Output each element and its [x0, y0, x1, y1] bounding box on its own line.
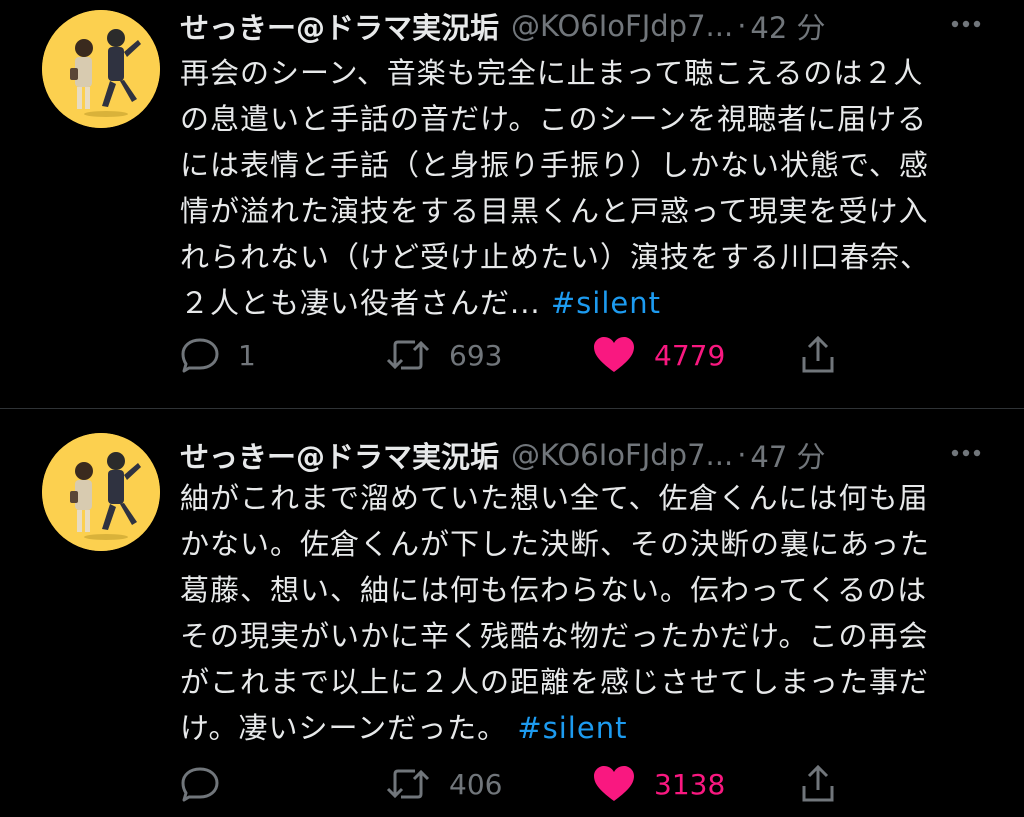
tweet-text-fragment: け。凄いシーンだった。 — [180, 711, 518, 745]
tweet-text-line: ２人とも凄い役者さんだ... #silent — [180, 280, 990, 326]
tweet-text-line: 紬がこれまで溜めていた想い全て、佐倉くんには何も届 — [180, 481, 929, 515]
display-name[interactable]: せっきー@ドラマ実況垢 — [180, 5, 499, 47]
reply-button[interactable] — [180, 759, 238, 809]
tweet-text-line: れられない（けど受け止めたい）演技をする川口春奈、 — [180, 240, 931, 274]
retweet-count: 693 — [449, 338, 503, 372]
retweet-icon — [386, 769, 430, 799]
timestamp[interactable]: 47 分 — [750, 434, 825, 476]
tweet-text-fragment: ２人とも凄い役者さんだ... — [180, 286, 551, 320]
tweet-text: 紬がこれまで溜めていた想い全て、佐倉くんには何も届 かない。佐倉くんが下した決断… — [180, 475, 990, 751]
tweet-text-line: がこれまで以上に２人の距離を感じさせてしまった事だ — [180, 665, 929, 699]
retweet-count: 406 — [449, 767, 503, 801]
reply-icon — [181, 338, 219, 373]
more-button[interactable] — [946, 6, 986, 42]
tweet-header: せっきー@ドラマ実況垢 @KO6IoFJdp7... · 47 分 — [180, 433, 984, 477]
timestamp[interactable]: 42 分 — [750, 5, 825, 47]
more-icon — [951, 449, 981, 457]
reply-count: 1 — [238, 338, 256, 372]
tweet-text-line: の息遣いと手話の音だけ。このシーンを視聴者に届ける — [180, 102, 928, 136]
share-icon — [802, 335, 834, 373]
more-icon — [951, 20, 981, 28]
tweet-text-line: 再会のシーン、音楽も完全に止まって聴こえるのは２人 — [180, 56, 924, 90]
more-button[interactable] — [946, 435, 986, 471]
hashtag-link[interactable]: #silent — [517, 711, 627, 745]
user-handle[interactable]: @KO6IoFJdp7... — [511, 9, 733, 43]
like-count: 3138 — [654, 767, 726, 801]
user-handle[interactable]: @KO6IoFJdp7... — [511, 438, 733, 472]
avatar[interactable] — [42, 10, 160, 128]
share-icon — [802, 764, 834, 802]
share-button[interactable] — [800, 759, 836, 809]
tweet-text-line: 葛藤、想い、紬には何も伝わらない。伝わってくるのは — [180, 573, 928, 607]
like-button[interactable]: 4779 — [592, 330, 725, 380]
avatar-illustration-icon — [42, 10, 160, 128]
hashtag-link[interactable]: #silent — [551, 286, 661, 320]
tweet-text-line: かない。佐倉くんが下した決断、その決断の裏にあった — [180, 527, 931, 561]
tweet-text-line: その現実がいかに辛く残酷な物だったかだけ。この再会 — [180, 619, 929, 653]
heart-icon — [594, 337, 634, 372]
like-button[interactable]: 3138 — [592, 759, 725, 809]
retweet-icon — [386, 340, 430, 370]
separator: · — [737, 9, 747, 43]
avatar-illustration-icon — [42, 433, 160, 551]
retweet-button[interactable]: 693 — [385, 330, 502, 380]
reply-icon — [181, 767, 219, 802]
tweet-actions: 406 3138 — [180, 759, 880, 809]
reply-button[interactable]: 1 — [180, 330, 256, 380]
like-count: 4779 — [654, 338, 726, 372]
avatar[interactable] — [42, 433, 160, 551]
tweet[interactable]: せっきー@ドラマ実況垢 @KO6IoFJdp7... · 47 分 紬がこれまで… — [0, 409, 1024, 817]
tweet[interactable]: せっきー@ドラマ実況垢 @KO6IoFJdp7... · 42 分 再会のシーン… — [0, 0, 1024, 408]
tweet-actions: 1 693 4779 — [180, 330, 880, 380]
tweet-text-line: 情が溢れた演技をする目黒くんと戸惑って現実を受け入 — [180, 194, 929, 228]
separator: · — [737, 438, 747, 472]
heart-icon — [594, 766, 634, 801]
share-button[interactable] — [800, 330, 836, 380]
retweet-button[interactable]: 406 — [385, 759, 502, 809]
tweet-text-line: け。凄いシーンだった。 #silent — [180, 705, 990, 751]
tweet-header: せっきー@ドラマ実況垢 @KO6IoFJdp7... · 42 分 — [180, 4, 984, 48]
tweet-text-line: には表情と手話（と身振り手振り）しかない状態で、感 — [180, 148, 929, 182]
tweet-text: 再会のシーン、音楽も完全に止まって聴こえるのは２人 の息遣いと手話の音だけ。この… — [180, 50, 990, 326]
display-name[interactable]: せっきー@ドラマ実況垢 — [180, 434, 499, 476]
